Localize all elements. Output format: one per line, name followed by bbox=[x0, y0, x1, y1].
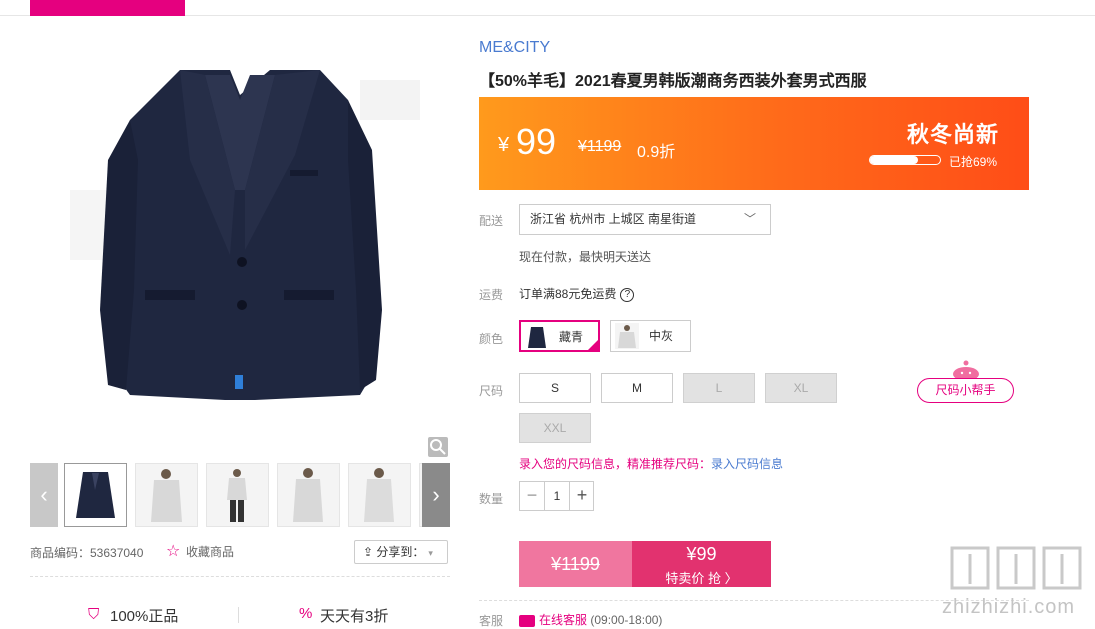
color-swatch bbox=[615, 323, 639, 349]
sold-percentage: 已抢69% bbox=[949, 155, 998, 169]
color-option-navy[interactable]: 藏青 ✓ bbox=[519, 320, 600, 352]
mascot-icon bbox=[950, 360, 982, 381]
quantity-label: 数量 bbox=[479, 492, 504, 506]
size-option-s[interactable]: S bbox=[519, 373, 591, 403]
shield-icon: ⛉ bbox=[88, 606, 100, 623]
thumbnail-prev-button[interactable]: ‹ bbox=[30, 463, 58, 527]
product-title: 【50%羊毛】2021春夏男韩版潮商务西装外套男式西服 bbox=[479, 73, 867, 90]
thumbnail-item[interactable] bbox=[135, 463, 198, 527]
address-selector[interactable]: 浙江省 杭州市 上城区 南星街道 ﹀ bbox=[519, 204, 771, 235]
original-price: ¥1199 bbox=[578, 138, 622, 155]
help-icon[interactable]: ? bbox=[620, 287, 635, 302]
color-swatch bbox=[525, 324, 549, 350]
enter-size-link[interactable]: 录入尺码信息 bbox=[711, 457, 783, 471]
shipping-text: 订单满88元免运费 bbox=[519, 287, 617, 301]
guarantee-badges: ⛉ 100%正品 % 天天有3折 bbox=[30, 605, 450, 629]
divider bbox=[238, 607, 239, 623]
share-label: 分享到： bbox=[376, 545, 425, 559]
delivery-label: 配送 bbox=[479, 214, 504, 228]
increment-button[interactable]: + bbox=[570, 482, 594, 510]
online-service-link[interactable]: 在线客服 (09:00-18:00) bbox=[519, 611, 662, 628]
delivery-note: 现在付款，最快明天送达 bbox=[519, 250, 652, 264]
share-icon: ⇪ bbox=[363, 545, 377, 559]
size-option-xxl: XXL bbox=[519, 413, 591, 443]
star-icon[interactable]: ☆ bbox=[166, 541, 180, 561]
main-product-image bbox=[30, 40, 450, 458]
address-value: 浙江省 杭州市 上城区 南星街道 bbox=[530, 212, 697, 226]
check-icon: ✓ bbox=[590, 333, 598, 343]
shipping-info: 订单满88元免运费? bbox=[519, 285, 635, 302]
watermark-text: zhizhizhi.com bbox=[942, 596, 1076, 618]
decrement-button[interactable]: − bbox=[520, 482, 544, 510]
zoom-icon[interactable] bbox=[428, 437, 448, 457]
size-recommend-note: 录入您的尺码信息，精准推荐尺码：录入尺码信息 bbox=[519, 455, 783, 472]
watermark: zhizhizhi.com bbox=[940, 540, 1090, 620]
chat-icon bbox=[519, 614, 535, 627]
thumbnail-item[interactable] bbox=[64, 463, 127, 527]
size-option-xl: XL bbox=[765, 373, 837, 403]
thumbnail-item[interactable] bbox=[348, 463, 411, 527]
product-meta-row: 商品编码：53637040 ☆ 收藏商品 ⇪ 分享到： ▾ bbox=[30, 540, 450, 564]
color-option-gray[interactable]: 中灰 bbox=[610, 320, 691, 352]
size-helper-button[interactable]: 尺码小帮手 bbox=[917, 378, 1014, 403]
share-button[interactable]: ⇪ 分享到： ▾ bbox=[354, 540, 448, 564]
discount-rate: 0.9折 bbox=[637, 144, 676, 161]
thumbnail-next-button[interactable]: › bbox=[422, 463, 450, 527]
product-code: 商品编码：53637040 bbox=[30, 546, 144, 560]
chevron-down-icon: ﹀ bbox=[743, 212, 756, 226]
size-option-m[interactable]: M bbox=[601, 373, 673, 403]
daily-discount-badge: 天天有3折 bbox=[320, 608, 389, 625]
size-label: 尺码 bbox=[479, 384, 504, 398]
sold-progress-fill bbox=[870, 156, 919, 164]
chevron-down-icon: ▾ bbox=[428, 548, 433, 558]
color-option-label: 藏青 bbox=[559, 330, 584, 344]
buy-now-button[interactable]: ¥99 特卖价 抢 〉 bbox=[632, 541, 771, 587]
buy-price: ¥99 bbox=[686, 544, 717, 564]
shipping-label: 运费 bbox=[479, 288, 504, 302]
quantity-input[interactable]: 1 bbox=[544, 482, 570, 510]
thumbnail-item[interactable] bbox=[206, 463, 269, 527]
quantity-stepper: − 1 + bbox=[519, 481, 594, 511]
buy-original-price: ¥1199 bbox=[519, 541, 632, 587]
category-menu-button[interactable] bbox=[30, 0, 185, 16]
promo-title: 秋冬尚新 bbox=[907, 122, 1000, 147]
thumbnail-strip: ‹ › bbox=[30, 463, 450, 527]
genuine-badge: 100%正品 bbox=[110, 608, 179, 625]
brand-link[interactable]: ME&CITY bbox=[479, 39, 550, 57]
thumbnail-item[interactable] bbox=[277, 463, 340, 527]
percent-icon: % bbox=[299, 605, 313, 622]
price-banner: ¥ 99 ¥1199 0.9折 秋冬尚新 已抢69% bbox=[479, 97, 1029, 190]
current-price: 99 bbox=[516, 121, 557, 162]
service-label: 客服 bbox=[479, 614, 504, 628]
size-note-text: 录入您的尺码信息，精准推荐尺码： bbox=[519, 457, 712, 471]
color-option-label: 中灰 bbox=[649, 329, 674, 343]
currency-symbol: ¥ bbox=[498, 134, 510, 156]
favorite-link[interactable]: 收藏商品 bbox=[186, 543, 234, 560]
color-label: 颜色 bbox=[479, 332, 504, 346]
buy-button-group: ¥1199 ¥99 特卖价 抢 〉 bbox=[519, 541, 771, 587]
buy-cta: 特卖价 抢 〉 bbox=[665, 571, 738, 586]
sold-progress-bar bbox=[869, 155, 941, 165]
top-navigation bbox=[0, 0, 1095, 16]
divider bbox=[30, 576, 450, 577]
size-option-l: L bbox=[683, 373, 755, 403]
